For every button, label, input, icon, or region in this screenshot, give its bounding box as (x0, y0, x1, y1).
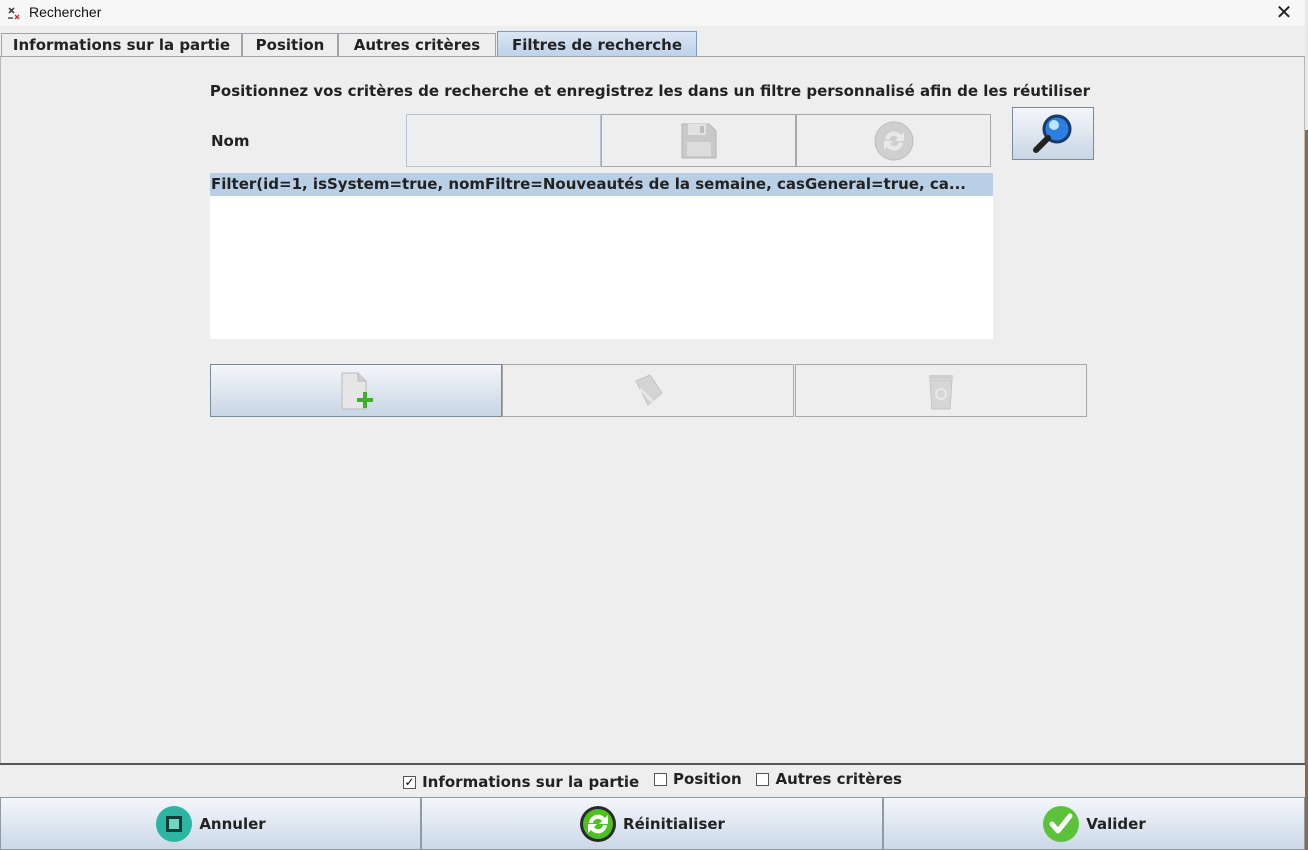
bottom-separator (0, 763, 1305, 765)
criteria-checkboxes: ✓ Informations sur la partie Position Au… (0, 770, 1305, 794)
list-item[interactable]: Filter(id=1, isSystem=true, nomFiltre=No… (210, 173, 993, 196)
new-document-icon (341, 372, 373, 409)
validate-label: Valider (1086, 814, 1146, 833)
app-icon (8, 7, 20, 20)
delete-filter-button[interactable] (795, 364, 1087, 417)
eraser-icon (635, 373, 663, 406)
check-label: Position (673, 770, 742, 788)
search-button[interactable] (1012, 107, 1094, 160)
footer-buttons: Annuler Réinitialiser Valider (0, 797, 1305, 850)
checkmark-icon (1043, 805, 1080, 842)
window-title: Rechercher (29, 4, 102, 20)
checkbox-unchecked[interactable] (654, 772, 668, 786)
refresh-icon (874, 121, 913, 160)
check-autres-criteres[interactable]: Autres critères (756, 770, 902, 788)
name-label: Nom (211, 132, 250, 150)
checkbox-checked[interactable]: ✓ (403, 775, 417, 789)
check-informations-partie[interactable]: ✓ Informations sur la partie (403, 773, 639, 791)
tab-filtres-recherche[interactable]: Filtres de recherche (497, 31, 697, 57)
check-position[interactable]: Position (654, 770, 742, 788)
tab-position[interactable]: Position (242, 33, 338, 56)
tab-bar: Informations sur la partie Position Autr… (0, 31, 1308, 57)
check-label: Autres critères (775, 770, 902, 788)
reset-button[interactable]: Réinitialiser (421, 797, 883, 850)
cancel-label: Annuler (199, 814, 266, 833)
refresh-icon (580, 805, 617, 842)
floppy-disk-icon (681, 123, 716, 158)
title-bar: Rechercher ✕ (0, 0, 1308, 26)
tab-informations-partie[interactable]: Informations sur la partie (1, 33, 242, 56)
trash-icon (929, 374, 953, 409)
checkbox-unchecked[interactable] (756, 772, 770, 786)
filter-name-input[interactable] (406, 114, 601, 167)
magnifier-icon (1033, 114, 1072, 153)
instruction-text: Positionnez vos critères de recherche et… (209, 82, 1091, 100)
edit-filter-button[interactable] (502, 364, 794, 417)
new-filter-button[interactable] (210, 364, 502, 417)
cancel-button[interactable]: Annuler (0, 797, 421, 850)
stop-icon (156, 805, 193, 842)
close-icon[interactable]: ✕ (1274, 2, 1294, 22)
tab-autres-criteres[interactable]: Autres critères (338, 33, 496, 56)
refresh-filter-button[interactable] (796, 114, 991, 167)
reset-label: Réinitialiser (623, 814, 725, 833)
check-label: Informations sur la partie (422, 773, 640, 791)
filter-list[interactable]: Filter(id=1, isSystem=true, nomFiltre=No… (210, 173, 993, 339)
validate-button[interactable]: Valider (883, 797, 1305, 850)
save-filter-button[interactable] (601, 114, 796, 167)
